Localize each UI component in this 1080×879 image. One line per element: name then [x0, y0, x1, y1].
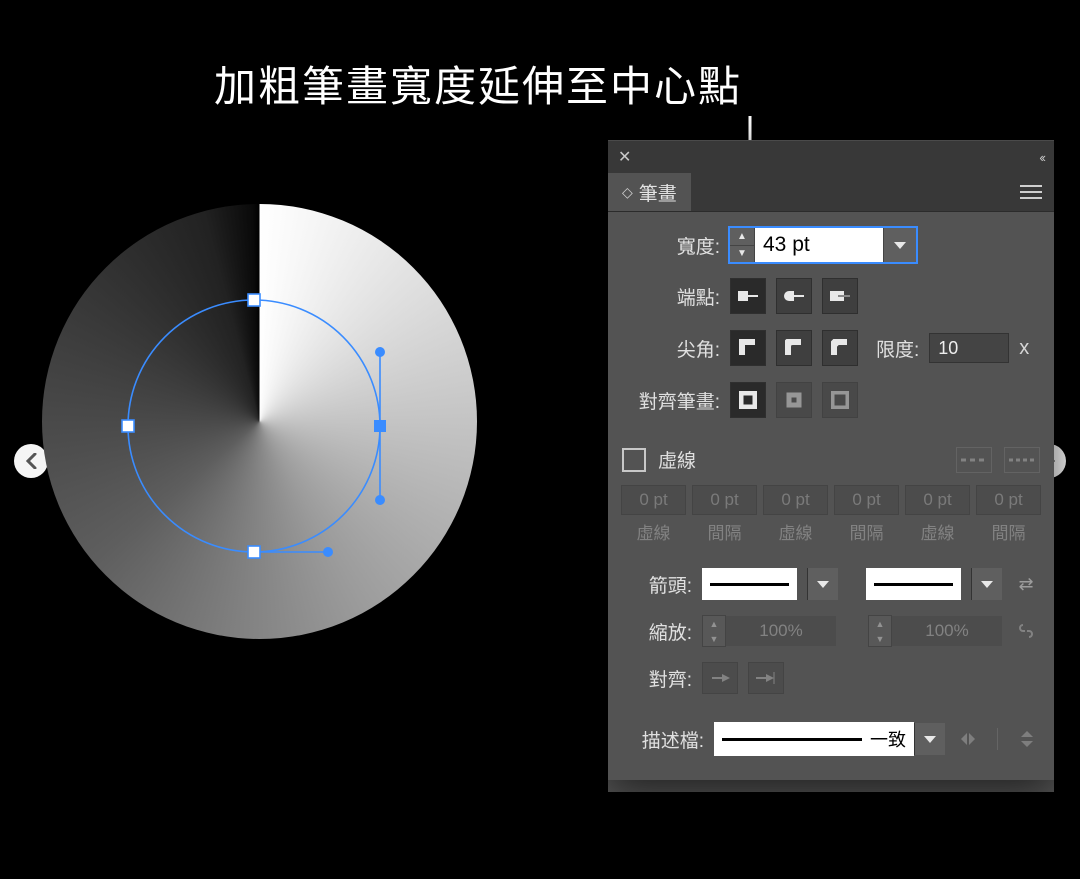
align-outside-button — [822, 382, 858, 418]
cap-label: 端點: — [622, 283, 720, 310]
corner-label: 尖角: — [622, 335, 720, 362]
profile-value: 一致 — [870, 726, 906, 752]
dash-field-5: 0 pt — [976, 485, 1041, 515]
dashed-line-label: 虛線 — [658, 446, 696, 473]
arrow-align-end-button — [748, 662, 784, 694]
stepper-down-icon[interactable]: ▼ — [730, 246, 754, 263]
chevron-down-icon — [894, 242, 906, 249]
panel-titlebar[interactable]: ✕ ‹‹ — [608, 140, 1054, 173]
cap-round-button[interactable] — [776, 278, 812, 314]
arrow-align-label: 對齊: — [622, 665, 692, 692]
arrow-start-dropdown[interactable] — [807, 568, 838, 600]
swap-arrows-icon[interactable]: ⇄ — [1012, 570, 1040, 598]
width-dropdown-button[interactable] — [883, 228, 916, 262]
align-inside-button — [776, 382, 812, 418]
tutorial-caption: 加粗筆畫寬度延伸至中心點 — [214, 53, 742, 114]
dash-field-2: 0 pt — [763, 485, 828, 515]
profile-select[interactable]: 一致 — [714, 722, 914, 756]
panel-menu-icon[interactable] — [1008, 173, 1054, 211]
link-scale-icon — [1012, 617, 1040, 645]
width-label: 寬度: — [622, 232, 720, 259]
close-icon[interactable]: ✕ — [618, 147, 631, 167]
dash-preserve-exact-icon — [956, 447, 992, 473]
dash-field-3: 0 pt — [834, 485, 899, 515]
dash-field-4: 0 pt — [905, 485, 970, 515]
scale-end-field: ▲▼ 100% — [868, 616, 1002, 646]
stroke-panel: ✕ ‹‹ ◇ 筆畫 寬度: ▲ ▼ — [608, 140, 1054, 792]
scale-label: 縮放: — [622, 618, 692, 645]
corner-round-button[interactable] — [776, 330, 812, 366]
stroke-width-input[interactable] — [755, 228, 883, 262]
cap-butt-button[interactable] — [730, 278, 766, 314]
flip-along-icon — [955, 726, 981, 752]
canvas-artwork[interactable] — [42, 204, 477, 639]
arrow-align-tip-button — [702, 662, 738, 694]
stepper-up-icon[interactable]: ▲ — [730, 228, 754, 246]
width-stepper[interactable]: ▲ ▼ — [730, 228, 755, 262]
scale-start-field: ▲▼ 100% — [702, 616, 836, 646]
arrow-end-select[interactable] — [866, 568, 961, 600]
arrow-end-dropdown[interactable] — [971, 568, 1002, 600]
stroke-width-field: ▲ ▼ — [730, 228, 916, 262]
align-stroke-label: 對齊筆畫: — [622, 387, 720, 414]
arrowhead-label: 箭頭: — [622, 571, 692, 598]
tab-stroke[interactable]: ◇ 筆畫 — [608, 173, 691, 211]
dash-field-1: 0 pt — [692, 485, 757, 515]
corner-bevel-button[interactable] — [822, 330, 858, 366]
cap-projecting-button[interactable] — [822, 278, 858, 314]
align-center-button[interactable] — [730, 382, 766, 418]
dash-field-0: 0 pt — [621, 485, 686, 515]
panel-collapse-icon[interactable]: ‹‹ — [1039, 150, 1044, 165]
limit-unit: x — [1019, 337, 1029, 360]
corner-miter-button[interactable] — [730, 330, 766, 366]
miter-limit-input[interactable] — [929, 333, 1009, 363]
profile-label: 描述檔: — [622, 726, 704, 753]
dashed-line-checkbox[interactable] — [622, 448, 646, 472]
panel-tabbar: ◇ 筆畫 — [608, 173, 1054, 212]
expand-collapse-icon: ◇ — [622, 184, 633, 201]
conical-gradient-shape — [42, 204, 477, 639]
arrow-start-select[interactable] — [702, 568, 797, 600]
flip-across-icon — [1014, 726, 1040, 752]
dash-align-corners-icon — [1004, 447, 1040, 473]
dash-pattern-grid: 0 pt 虛線 0 pt 間隔 0 pt 虛線 0 pt 間隔 0 pt 虛線 … — [622, 485, 1040, 544]
profile-dropdown[interactable] — [914, 723, 945, 755]
limit-label: 限度: — [876, 335, 919, 362]
tab-label: 筆畫 — [639, 179, 677, 206]
